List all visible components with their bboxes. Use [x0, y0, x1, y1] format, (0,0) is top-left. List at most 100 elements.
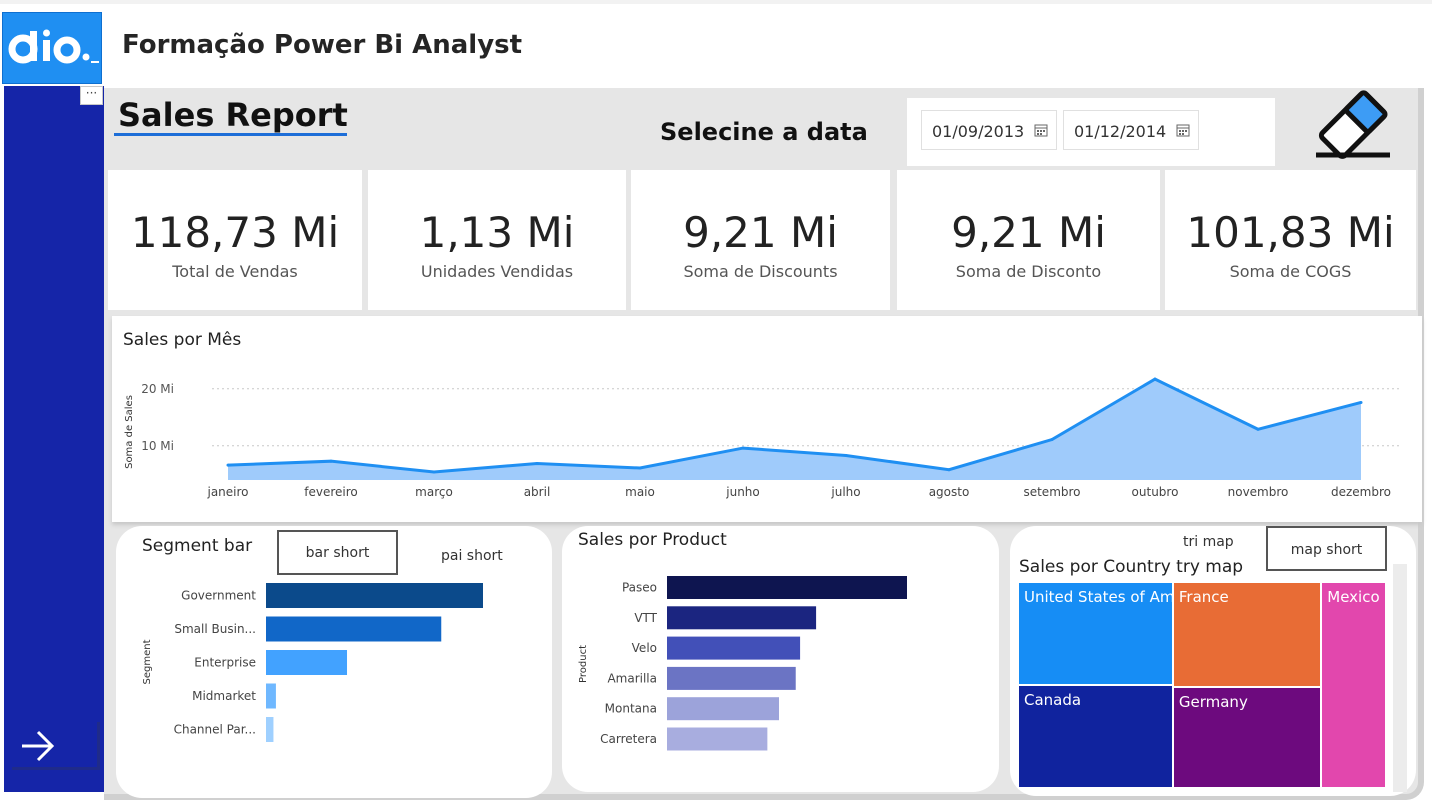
treemap-cell[interactable]: Canada [1019, 686, 1172, 787]
data-point [1359, 400, 1363, 404]
sales-by-month-chart: Soma de Sales 10 Mi 20 Mi janeiro fevereiro m… [124, 377, 1402, 499]
treemap-cell[interactable]: Germany [1173, 687, 1321, 787]
sales-by-month-card: Sales por Mês Soma de Sales 10 Mi 20 Mi jan… [112, 316, 1422, 522]
kpi-value: 101,83 Mi [1186, 208, 1395, 257]
x-tick-label: junho [725, 485, 760, 499]
category-label: Velo [632, 641, 657, 655]
country-panel: tri map map short Sales por Country try … [1010, 526, 1416, 796]
app-title: Formação Power Bi Analyst [122, 30, 523, 60]
kpi-value: 9,21 Mi [683, 208, 838, 257]
x-tick-label: julho [830, 485, 860, 499]
category-label: Government [181, 589, 256, 603]
category-label: VTT [634, 611, 657, 625]
y-axis-label: Segment [142, 639, 153, 684]
x-tick-label: outubro [1132, 485, 1179, 499]
x-tick-label: novembro [1228, 485, 1289, 499]
product-panel-title: Sales por Product [578, 530, 727, 550]
bar [266, 583, 483, 608]
x-tick-label: setembro [1023, 485, 1080, 499]
tri-map-button[interactable]: tri map [1183, 534, 1234, 550]
data-point [432, 470, 436, 474]
segment-panel: Segment bar bar short pai short Segment G… [116, 526, 552, 798]
report-title: Sales Report [118, 96, 348, 134]
end-date-value: 01/12/2014 [1074, 122, 1167, 141]
kpi-value: 1,13 Mi [419, 208, 575, 257]
kpi-card-soma-discounts: 9,21 Mi Soma de Discounts [631, 170, 890, 310]
calendar-icon[interactable] [1034, 123, 1048, 137]
treemap-cell[interactable]: Mexico [1322, 583, 1385, 787]
calendar-icon[interactable] [1176, 123, 1190, 137]
data-point [1153, 377, 1157, 381]
product-bar-chart: Product Paseo VTT Velo Amarilla Montana Carret… [578, 576, 907, 751]
data-point [329, 459, 333, 463]
title-bar: Formação Power Bi Analyst [104, 4, 1424, 88]
data-point [741, 446, 745, 450]
y-axis-label: Product [578, 645, 589, 683]
bar [266, 683, 276, 709]
kpi-value: 118,73 Mi [130, 208, 340, 257]
kpi-value: 9,21 Mi [951, 208, 1106, 257]
bar [266, 616, 442, 642]
category-label: Enterprise [194, 656, 256, 670]
category-label: Amarilla [607, 671, 657, 685]
category-label: Carretera [600, 732, 657, 746]
kpi-card-unidades-vendidas: 1,13 Mi Unidades Vendidas [368, 170, 626, 310]
x-tick-label: março [415, 485, 453, 499]
bar [667, 697, 779, 721]
x-tick-label: dezembro [1331, 485, 1391, 499]
product-panel: Sales por Product Product Paseo VTT Velo Ama… [562, 526, 999, 792]
start-date-input[interactable]: 01/09/2013 [921, 110, 1057, 150]
x-tick-label: fevereiro [304, 485, 358, 499]
x-tick-label: maio [625, 485, 655, 499]
data-point [844, 453, 848, 457]
x-tick-label: abril [524, 485, 551, 499]
treemap-cell[interactable]: France [1173, 583, 1321, 686]
data-point [638, 466, 642, 470]
bar-short-button[interactable]: bar short [277, 530, 398, 575]
start-date-value: 01/09/2013 [932, 122, 1025, 141]
category-label: Small Busin... [174, 622, 256, 636]
date-filter-label: Selecine a data [660, 118, 868, 146]
bar [667, 636, 801, 660]
eraser-icon[interactable] [1310, 84, 1396, 160]
treemap-cell[interactable]: United States of Am... [1019, 583, 1172, 684]
kpi-card-soma-cogs: 101,83 Mi Soma de COGS [1165, 170, 1416, 310]
country-panel-title: Sales por Country try map [1019, 557, 1244, 577]
end-date-input[interactable]: 01/12/2014 [1063, 110, 1199, 150]
y-axis-label: Soma de Sales [124, 395, 135, 469]
country-treemap: United States of Am...CanadaFranceGerman… [1018, 582, 1386, 788]
kpi-label: Soma de COGS [1229, 262, 1352, 281]
pie-short-button[interactable]: pai short [441, 548, 503, 564]
kpi-label: Soma de Disconto [955, 262, 1102, 281]
dio-logo-icon [8, 29, 99, 64]
kpi-label: Unidades Vendidas [420, 262, 574, 281]
y-tick-label: 10 Mi [141, 439, 174, 453]
more-options-icon[interactable]: ··· [80, 86, 103, 105]
category-label: Paseo [622, 581, 657, 595]
kpi-card-total-vendas: 118,73 Mi Total de Vendas [108, 170, 362, 310]
bar [266, 650, 348, 675]
bar [667, 666, 796, 690]
panel-scrollbar[interactable] [1393, 564, 1407, 792]
bar [266, 717, 274, 742]
y-tick-label: 20 Mi [141, 382, 174, 396]
report-title-underline [114, 133, 347, 136]
data-point [226, 463, 230, 467]
x-tick-label: janeiro [206, 485, 248, 499]
report-app: ··· Formação Power Bi Analyst Sales Repo… [0, 0, 1432, 806]
dio-logo [2, 12, 102, 84]
bar [667, 606, 817, 630]
area-fill [228, 379, 1361, 480]
sidebar [4, 86, 104, 792]
next-page-button[interactable] [12, 722, 100, 770]
category-label: Montana [605, 702, 657, 716]
kpi-label: Soma de Discounts [683, 262, 838, 281]
x-tick-label: agosto [929, 485, 970, 499]
category-label: Midmarket [192, 689, 256, 703]
data-point [947, 468, 951, 472]
data-point [1256, 427, 1260, 431]
segment-bar-chart: Segment Government Small Busin... Enterpris… [142, 583, 483, 742]
map-short-button[interactable]: map short [1266, 526, 1387, 571]
arrow-right-icon [22, 730, 55, 762]
segment-panel-title: Segment bar [142, 536, 253, 556]
